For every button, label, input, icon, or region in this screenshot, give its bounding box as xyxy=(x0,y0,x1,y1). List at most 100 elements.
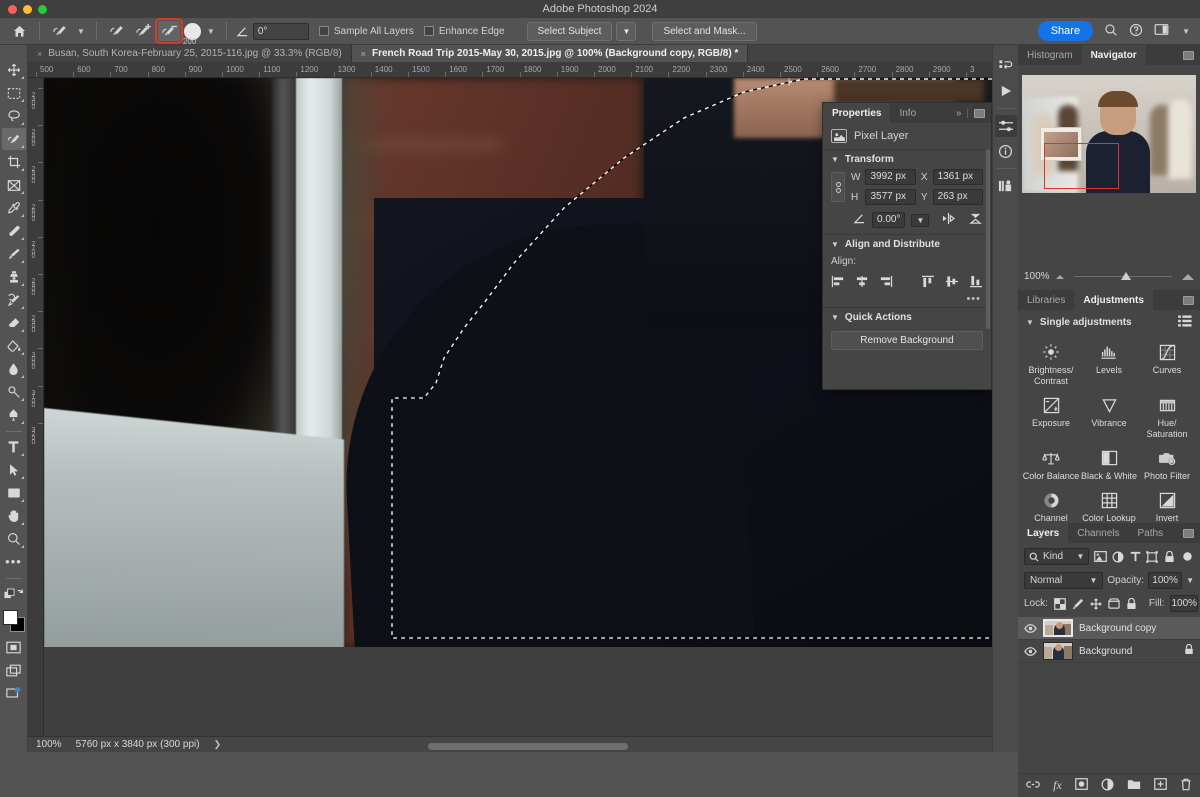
adjustments-sliders-icon[interactable] xyxy=(995,115,1017,137)
brush-chevron-down-icon[interactable]: ▼ xyxy=(205,27,217,36)
tab-adjustments[interactable]: Adjustments xyxy=(1074,290,1153,310)
navigator-thumbnail[interactable] xyxy=(1022,75,1196,193)
align-vertical-centers-icon[interactable] xyxy=(944,273,959,289)
angle-input[interactable]: 0° xyxy=(253,23,309,40)
adjustment-vibrance[interactable]: Vibrance xyxy=(1080,392,1138,443)
dodge-tool[interactable] xyxy=(2,381,26,403)
screen-mode-icon[interactable] xyxy=(2,659,26,681)
navigator-view-box[interactable] xyxy=(1044,143,1119,189)
color-swatches[interactable] xyxy=(2,609,26,633)
lock-position-icon[interactable] xyxy=(1090,596,1102,611)
tab-libraries[interactable]: Libraries xyxy=(1018,290,1074,310)
tab-histogram[interactable]: Histogram xyxy=(1018,45,1082,65)
adjustment-brightness-contrast[interactable]: Brightness/ Contrast xyxy=(1022,339,1080,390)
new-selection-icon[interactable] xyxy=(106,21,128,41)
move-tool[interactable] xyxy=(2,59,26,81)
opacity-chevron-down-icon[interactable]: ▼ xyxy=(1186,576,1194,585)
rectangle-shape-tool[interactable] xyxy=(2,482,26,504)
path-selection-tool[interactable] xyxy=(2,459,26,481)
adjustment-photo-filter[interactable]: Photo Filter xyxy=(1138,445,1196,485)
lock-all-icon[interactable] xyxy=(1126,596,1137,611)
new-group-ic-folder-icon[interactable] xyxy=(1127,779,1141,793)
delete-layer-trash-icon[interactable] xyxy=(1180,778,1192,794)
status-zoom-value[interactable]: 100% xyxy=(36,739,62,750)
info-icon[interactable] xyxy=(995,140,1017,162)
tab-navigator[interactable]: Navigator xyxy=(1082,45,1146,65)
status-chevron-right-icon[interactable]: ❯ xyxy=(214,739,222,750)
rotation-chevron-down-icon[interactable]: ▼ xyxy=(911,214,929,227)
add-to-selection-icon[interactable] xyxy=(132,21,154,41)
align-right-edges-icon[interactable] xyxy=(879,273,894,289)
adjustment-black-and-white[interactable]: Black & White xyxy=(1080,445,1138,485)
close-icon[interactable]: × xyxy=(361,49,366,59)
panel-menu-icon[interactable] xyxy=(1183,529,1194,538)
flip-vertical-icon[interactable] xyxy=(968,212,983,228)
select-subject-chevron-down-icon[interactable]: ▼ xyxy=(616,22,636,41)
y-input[interactable]: 263 px xyxy=(933,189,983,205)
paint-bucket-tool[interactable] xyxy=(2,335,26,357)
brush-size-control[interactable]: 200 xyxy=(184,23,201,40)
cloud-documents-icon[interactable] xyxy=(2,682,26,704)
history-brush-tool[interactable] xyxy=(2,289,26,311)
rotation-input[interactable]: 0.00° xyxy=(872,212,905,228)
crop-tool[interactable] xyxy=(2,151,26,173)
flip-horizontal-icon[interactable] xyxy=(941,212,956,228)
link-layers-icon[interactable] xyxy=(1026,780,1040,792)
tool-preset-chevron-down-icon[interactable]: ▼ xyxy=(75,27,87,36)
layer-style-fx-icon[interactable]: fx xyxy=(1053,778,1062,793)
home-icon[interactable] xyxy=(8,21,30,41)
magnifier-icon[interactable] xyxy=(2,528,26,550)
align-bottom-edges-icon[interactable] xyxy=(968,273,983,289)
adjustment-levels[interactable]: Levels xyxy=(1080,339,1138,390)
add-layer-mask-icon[interactable] xyxy=(1075,778,1088,793)
smart-object-filter-icon[interactable] xyxy=(1163,549,1176,564)
zoom-slider-thumb[interactable] xyxy=(1121,272,1131,280)
height-input[interactable]: 3577 px xyxy=(865,189,915,205)
opacity-value[interactable]: 100% xyxy=(1148,572,1182,589)
panel-menu-icon[interactable] xyxy=(974,109,985,118)
quick-selection-preset-icon[interactable] xyxy=(49,21,71,41)
list-view-icon[interactable] xyxy=(1178,315,1192,330)
single-adjustments-header[interactable]: ▼ Single adjustments xyxy=(1018,310,1200,335)
adjustment-curves[interactable]: Curves xyxy=(1138,339,1196,390)
hand-tool[interactable] xyxy=(2,505,26,527)
lock-artboard-icon[interactable] xyxy=(1108,596,1120,611)
horizontal-ruler[interactable]: 5006007008009001000110012001300140015001… xyxy=(28,62,992,78)
tab-paths[interactable]: Paths xyxy=(1129,523,1173,543)
brush-tool[interactable] xyxy=(2,243,26,265)
small-mountain-icon[interactable] xyxy=(1056,275,1064,279)
history-icon[interactable] xyxy=(995,55,1017,77)
select-subject-button[interactable]: Select Subject xyxy=(527,22,613,41)
layer-name[interactable]: Background copy xyxy=(1079,623,1194,634)
layer-row-background-copy[interactable]: Background copy xyxy=(1018,617,1200,640)
adjustment-hue-saturation[interactable]: Hue/ Saturation xyxy=(1138,392,1196,443)
eyedropper-tool[interactable] xyxy=(2,197,26,219)
libraries-icon[interactable] xyxy=(995,175,1017,197)
align-top-edges-icon[interactable] xyxy=(921,273,936,289)
zoom-slider[interactable] xyxy=(1074,276,1172,277)
sample-all-layers-checkbox[interactable]: Sample All Layers xyxy=(319,26,414,37)
type-tool[interactable] xyxy=(2,436,26,458)
align-section-header[interactable]: ▼ Align and Distribute xyxy=(823,234,991,254)
default-colors-icon[interactable] xyxy=(2,583,26,605)
chevron-double-right-icon[interactable]: » xyxy=(956,108,962,119)
new-adjustment-layer-icon[interactable] xyxy=(1101,778,1114,794)
select-and-mask-button[interactable]: Select and Mask... xyxy=(652,22,756,41)
quick-actions-section-header[interactable]: ▼ Quick Actions xyxy=(823,307,991,327)
x-input[interactable]: 1361 px xyxy=(933,169,983,185)
healing-brush-tool[interactable] xyxy=(2,220,26,242)
new-layer-icon[interactable] xyxy=(1154,778,1167,793)
adjustment-color-balance[interactable]: Color Balance xyxy=(1022,445,1080,485)
layer-kind-filter[interactable]: Kind ▼ xyxy=(1024,548,1089,565)
align-left-edges-icon[interactable] xyxy=(831,273,846,289)
frame-tool[interactable] xyxy=(2,174,26,196)
vertical-ruler[interactable]: 2300240025002600270028002900300031003200 xyxy=(28,78,44,736)
type-filter-icon[interactable] xyxy=(1128,549,1141,564)
remove-background-button[interactable]: Remove Background xyxy=(831,331,983,350)
enhance-edge-checkbox[interactable]: Enhance Edge xyxy=(424,26,505,37)
adjustment-filter-icon[interactable] xyxy=(1111,549,1124,564)
shape-filter-icon[interactable] xyxy=(1146,549,1159,564)
align-horizontal-centers-icon[interactable] xyxy=(855,273,870,289)
blend-mode-select[interactable]: Normal ▼ xyxy=(1024,572,1103,589)
filter-toggle-icon[interactable] xyxy=(1181,549,1194,564)
